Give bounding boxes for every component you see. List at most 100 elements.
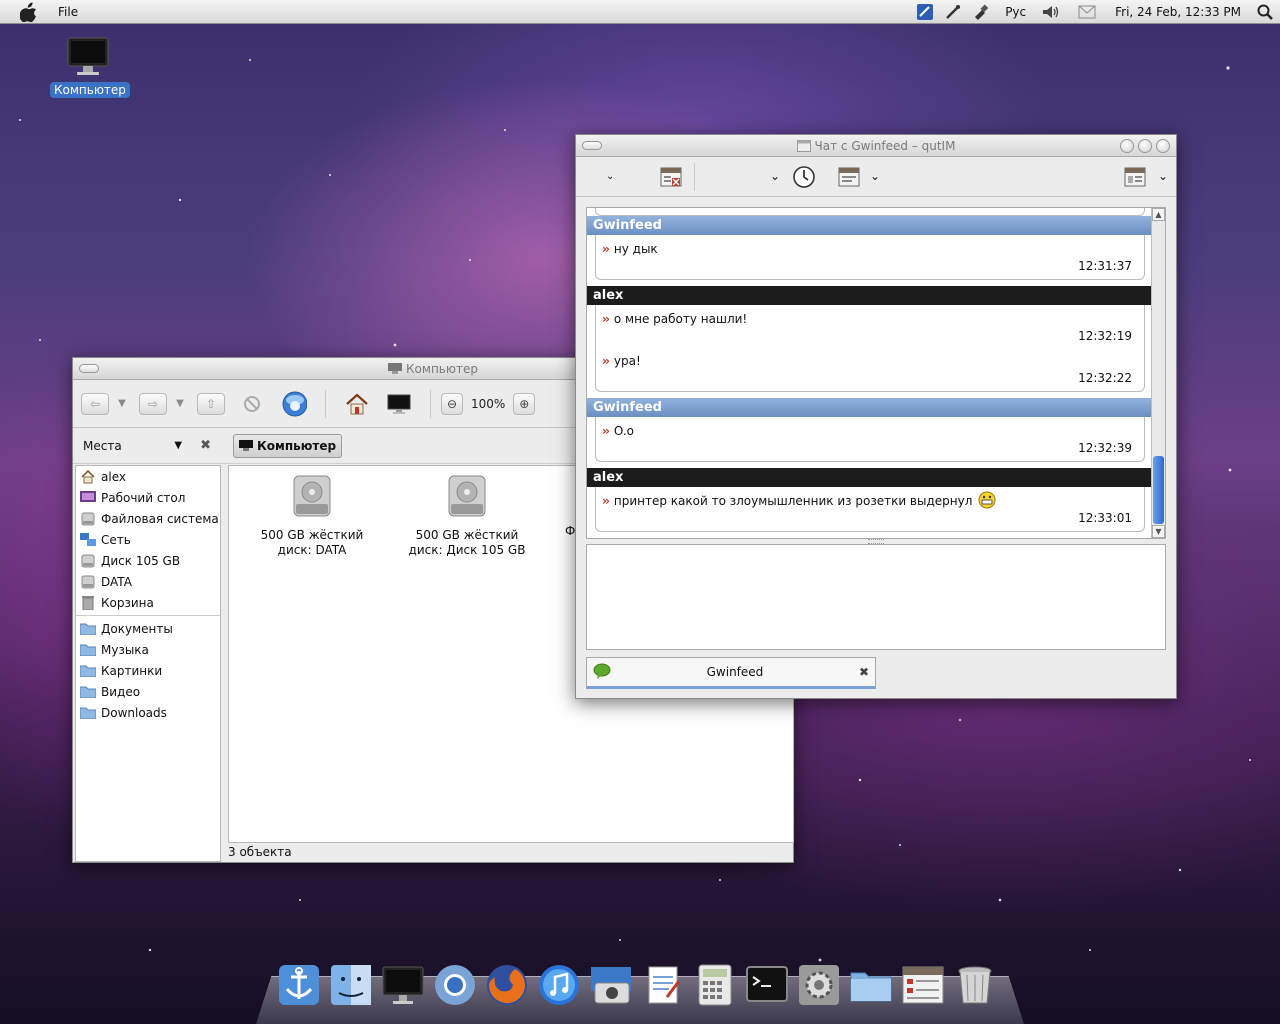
chrome-icon[interactable] <box>432 962 478 1008</box>
places-header: Места ▼ ✖ <box>73 438 221 453</box>
quote-dropdown[interactable]: ⌄ <box>870 169 880 183</box>
contact-info-icon[interactable] <box>1124 166 1146 191</box>
message-input[interactable] <box>586 544 1166 650</box>
sidebar-item[interactable]: Сеть <box>76 529 220 550</box>
desktop-icon-label: Компьютер <box>50 82 130 98</box>
drive-item[interactable]: 500 GB жёсткий диск: Диск 105 GB <box>402 466 532 558</box>
sidebar-item[interactable]: Диск 105 GB <box>76 550 220 571</box>
message-timestamp: 12:32:19 <box>1078 329 1132 343</box>
mail-icon[interactable] <box>1078 3 1096 21</box>
apple-menu-icon[interactable] <box>16 1 42 23</box>
scroll-down-arrow-icon[interactable]: ▼ <box>1152 525 1165 538</box>
contact-info-dropdown[interactable]: ⌄ <box>1158 169 1168 183</box>
places-dropdown-icon[interactable]: ▼ <box>174 440 182 451</box>
minimize-button[interactable] <box>1120 139 1134 153</box>
quote-icon[interactable] <box>838 166 860 191</box>
chat-scrollbar[interactable]: ▲ ▼ <box>1151 208 1165 538</box>
emoticons-dropdown[interactable]: ⌄ <box>770 169 780 183</box>
sidebar-item-label: Видео <box>101 684 141 699</box>
clock[interactable]: Fri, 24 Feb, 12:33 PM <box>1115 5 1241 19</box>
contact-menu-dropdown[interactable]: ⌄ <box>606 171 614 182</box>
sidebar-item-label: Музыка <box>101 642 149 657</box>
volume-icon[interactable] <box>1041 3 1059 21</box>
sidebar-item[interactable]: Музыка <box>76 639 220 660</box>
scroll-up-arrow-icon[interactable]: ▲ <box>1152 208 1165 221</box>
usb-tray-icon[interactable] <box>972 3 990 21</box>
back-button[interactable]: ⇦ <box>81 392 109 415</box>
sidebar-item[interactable]: Документы <box>76 618 220 639</box>
sidebar-item-label: Downloads <box>101 705 167 720</box>
sidebar-item[interactable]: Видео <box>76 681 220 702</box>
toolbar-separator <box>430 389 431 418</box>
message-bubble: ›› принтер какой то злоумышленник из розе… <box>595 487 1145 532</box>
message-line: ›› ну дык <box>602 239 1138 259</box>
itunes-icon[interactable] <box>536 962 582 1008</box>
reload-icon[interactable] <box>281 391 307 417</box>
file-menu[interactable]: File <box>58 5 78 19</box>
sidebar-item[interactable]: Корзина <box>76 592 220 613</box>
text-editor-icon[interactable] <box>640 962 686 1008</box>
path-button-computer[interactable]: Компьютер <box>233 433 343 458</box>
calculator-icon[interactable] <box>692 962 738 1008</box>
zoom-out-button[interactable]: ⊖ <box>441 392 463 415</box>
drive-label-line1: 500 GB жёсткий <box>415 528 519 542</box>
message-timestamp: 12:33:01 <box>1078 511 1132 525</box>
sidebar-item[interactable]: DATA <box>76 571 220 592</box>
app-tray-icon[interactable] <box>916 3 934 21</box>
monitor-icon[interactable] <box>380 962 426 1008</box>
terminal-icon[interactable] <box>744 962 790 1008</box>
computer-icon[interactable] <box>386 391 412 417</box>
stop-icon[interactable] <box>239 391 265 417</box>
top-menu-bar: File Рус Fri, 24 Feb, 12:33 PM <box>0 0 1280 24</box>
sidebar-item[interactable]: Downloads <box>76 702 220 723</box>
folder-icon[interactable] <box>848 962 894 1008</box>
maximize-button[interactable] <box>1138 139 1152 153</box>
window-menu-button[interactable] <box>582 141 602 150</box>
firefox-icon[interactable] <box>484 962 530 1008</box>
sidebar-item-label: Рабочий стол <box>101 490 186 505</box>
file-manager-icon[interactable] <box>900 962 946 1008</box>
clear-history-icon[interactable] <box>660 166 682 191</box>
message-gap <box>587 532 1153 538</box>
hard-drive-icon <box>445 474 489 522</box>
back-history-dropdown[interactable]: ▼ <box>115 398 129 409</box>
anchor-icon[interactable] <box>276 962 322 1008</box>
places-selector[interactable]: Места <box>83 439 122 453</box>
chat-titlebar[interactable]: Чат с Gwinfeed – qutIM <box>576 135 1176 157</box>
sidebar-item[interactable]: Рабочий стол <box>76 487 220 508</box>
search-icon[interactable] <box>1256 3 1274 21</box>
scroll-thumb[interactable] <box>1153 456 1164 524</box>
up-button[interactable]: ⇧ <box>197 392 225 415</box>
drive-label-line1: 500 GB жёсткий <box>260 528 364 542</box>
trash-icon[interactable] <box>952 962 998 1008</box>
desktop-computer-icon[interactable]: Компьютер <box>50 36 130 98</box>
forward-button[interactable]: ⇨ <box>139 392 167 415</box>
clock-history-icon[interactable] <box>792 165 816 192</box>
message-sender: alex <box>587 286 1153 305</box>
finder-icon[interactable] <box>328 962 374 1008</box>
places-sidebar: alex Рабочий стол Файловая система Сеть Диск… <box>75 465 221 862</box>
zoom-in-button[interactable]: ⊕ <box>513 392 536 415</box>
settings-icon[interactable] <box>796 962 842 1008</box>
message-line: ›› о мне работу нашли! <box>602 309 1138 329</box>
drive-item[interactable]: 500 GB жёсткий диск: DATA <box>247 466 377 558</box>
photo-icon[interactable] <box>588 962 634 1008</box>
message-sender: Gwinfeed <box>587 398 1153 417</box>
chat-history[interactable]: Gwinfeed ›› ну дык 12:31:37 alex ›› о мне рабо… <box>586 207 1166 539</box>
trash-icon <box>80 595 96 610</box>
window-menu-button[interactable] <box>79 364 99 373</box>
keyboard-layout-indicator[interactable]: Рус <box>1005 5 1026 19</box>
sidebar-item[interactable]: Картинки <box>76 660 220 681</box>
home-icon[interactable] <box>344 391 370 417</box>
chat-tab-gwinfeed[interactable]: Gwinfeed ✖ <box>586 657 876 689</box>
message-sender: Gwinfeed <box>587 216 1153 235</box>
sidebar-item-label: alex <box>101 469 126 484</box>
sidebar-item[interactable]: Файловая система <box>76 508 220 529</box>
pen-tray-icon[interactable] <box>944 3 962 21</box>
folder-icon <box>80 622 96 636</box>
sidebar-item[interactable]: alex <box>76 466 220 487</box>
forward-history-dropdown[interactable]: ▼ <box>173 398 187 409</box>
close-sidebar-icon[interactable]: ✖ <box>200 438 211 453</box>
close-tab-icon[interactable]: ✖ <box>859 665 869 679</box>
close-button[interactable] <box>1156 139 1170 153</box>
